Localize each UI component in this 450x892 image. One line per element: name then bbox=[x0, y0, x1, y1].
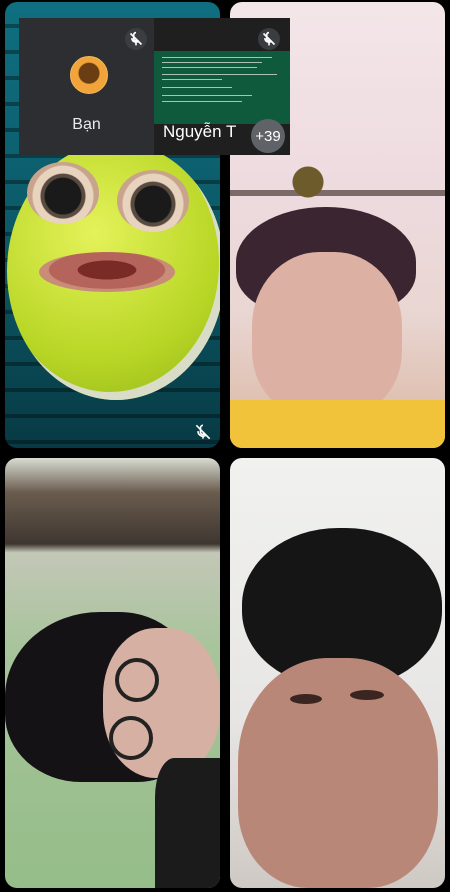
person-shirt bbox=[230, 400, 445, 448]
more-participants-badge[interactable]: +39 bbox=[251, 119, 285, 153]
person-eye bbox=[290, 694, 322, 704]
floating-participants-panel[interactable]: Bạn Nguyễn T +39 bbox=[19, 18, 290, 155]
glasses bbox=[109, 716, 153, 760]
self-tile[interactable]: Bạn bbox=[19, 18, 154, 155]
person-shirt bbox=[155, 758, 220, 888]
filter-eye-right bbox=[117, 170, 189, 232]
presenter-tile[interactable]: Nguyễn T +39 bbox=[154, 18, 290, 155]
glasses bbox=[115, 658, 159, 702]
background-stripe bbox=[230, 190, 445, 196]
avatar-icon bbox=[70, 56, 108, 94]
video-tile-girl-glasses[interactable] bbox=[5, 458, 220, 888]
person-face bbox=[252, 252, 402, 417]
shared-screen-preview bbox=[154, 51, 290, 124]
mic-off-icon bbox=[193, 422, 213, 447]
mic-off-icon bbox=[258, 28, 280, 50]
mic-off-icon bbox=[125, 28, 147, 50]
self-name-label: Bạn bbox=[72, 116, 101, 133]
filter-mouth bbox=[39, 252, 175, 292]
background-plant bbox=[285, 152, 331, 212]
filter-eye-left bbox=[27, 162, 99, 224]
person-face bbox=[238, 658, 438, 888]
video-tile-boy-upside-down[interactable] bbox=[230, 458, 445, 888]
presenter-name-label: Nguyễn T bbox=[163, 122, 237, 141]
person-eye bbox=[350, 690, 384, 700]
